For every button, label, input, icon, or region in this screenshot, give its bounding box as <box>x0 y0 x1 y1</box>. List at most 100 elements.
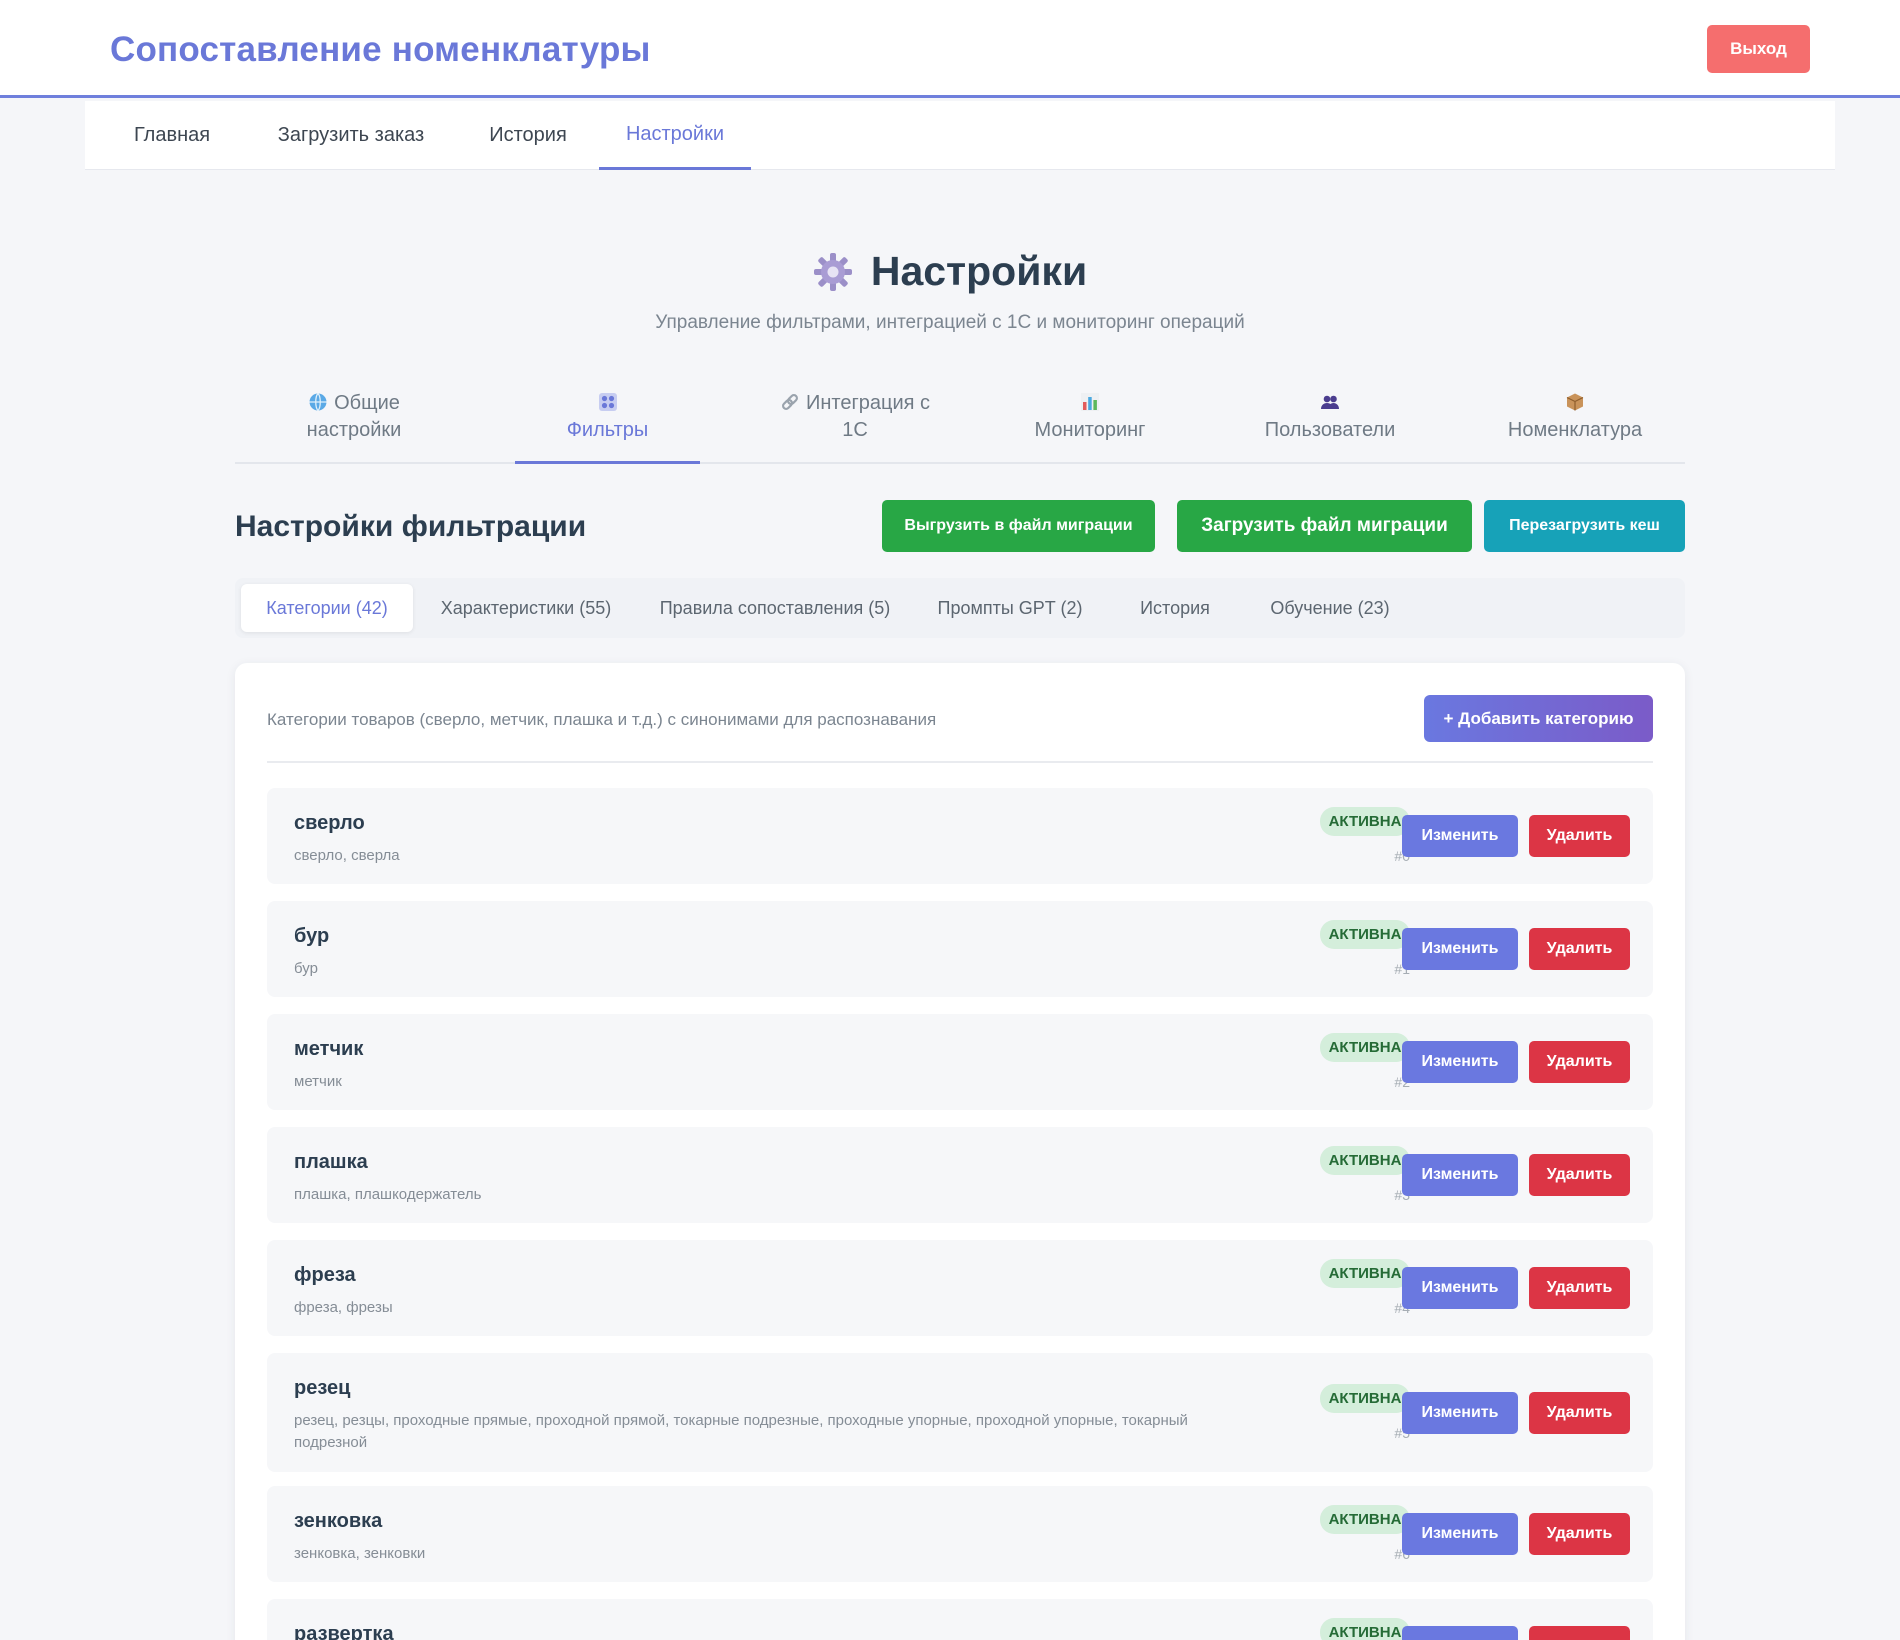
tab-general-settings[interactable]: Общие настройки <box>279 390 429 464</box>
category-row: фреза фреза, фрезы АКТИВНА #4 Изменить У… <box>267 1240 1653 1336</box>
nav-item-home[interactable]: Главная <box>115 101 229 170</box>
category-synonyms: метчик <box>294 1073 342 1090</box>
tab-general-line1: Общие <box>334 392 400 414</box>
delete-button[interactable]: Удалить <box>1529 1626 1630 1640</box>
subtab-matching-rules[interactable]: Правила сопоставления (5) <box>655 584 895 632</box>
category-row: резец резец, резцы, проходные прямые, пр… <box>267 1353 1653 1472</box>
category-row: зенковка зенковка, зенковки АКТИВНА #6 И… <box>267 1486 1653 1582</box>
globe-icon <box>308 392 328 412</box>
category-index: #1 <box>1394 961 1410 977</box>
import-migration-button[interactable]: Загрузить файл миграции <box>1177 500 1472 552</box>
category-index: #4 <box>1394 1300 1410 1316</box>
edit-button[interactable]: Изменить <box>1402 928 1518 970</box>
tab-users[interactable]: Пользователи <box>1245 390 1415 464</box>
category-index: #2 <box>1394 1074 1410 1090</box>
category-row: метчик метчик АКТИВНА #2 Изменить Удалит… <box>267 1014 1653 1110</box>
bar-chart-icon <box>1080 392 1100 412</box>
category-name: сверло <box>294 812 365 834</box>
tab-monitoring-line2: Мониторинг <box>1034 419 1146 441</box>
category-synonyms: резец, резцы, проходные прямые, проходно… <box>294 1412 1188 1451</box>
subtab-characteristics[interactable]: Характеристики (55) <box>430 584 622 632</box>
edit-button[interactable]: Изменить <box>1402 1513 1518 1555</box>
tab-nomenclature[interactable]: Номенклатура <box>1485 390 1665 464</box>
delete-button[interactable]: Удалить <box>1529 1392 1630 1434</box>
status-badge: АКТИВНА <box>1320 1384 1410 1413</box>
category-index: #5 <box>1394 1425 1410 1441</box>
section-tabs: Общие настройки Фильтры Интеграция с 1С … <box>235 390 1685 464</box>
category-name: резец <box>294 1377 351 1399</box>
subtab-training[interactable]: Обучение (23) <box>1260 584 1400 632</box>
app-title: Сопоставление номенклатуры <box>110 30 651 69</box>
delete-button[interactable]: Удалить <box>1529 1041 1630 1083</box>
category-index: #0 <box>1394 848 1410 864</box>
category-synonyms: зенковка, зенковки <box>294 1545 426 1562</box>
edit-button[interactable]: Изменить <box>1402 1392 1518 1434</box>
top-bar: Сопоставление номенклатуры Выход <box>0 0 1900 98</box>
category-row: развертка АКТИВНА Изменить Удалить <box>267 1599 1653 1640</box>
delete-button[interactable]: Удалить <box>1529 1513 1630 1555</box>
edit-button[interactable]: Изменить <box>1402 815 1518 857</box>
category-row: бур бур АКТИВНА #1 Изменить Удалить <box>267 901 1653 997</box>
edit-button[interactable]: Изменить <box>1402 1267 1518 1309</box>
tab-integration-1c[interactable]: Интеграция с 1С <box>755 390 955 464</box>
tab-users-line2: Пользователи <box>1264 419 1396 441</box>
category-index: #6 <box>1394 1546 1410 1562</box>
page-header: Настройки <box>0 248 1900 297</box>
status-badge: АКТИВНА <box>1320 920 1410 949</box>
category-row: плашка плашка, плашкодержатель АКТИВНА #… <box>267 1127 1653 1223</box>
page-title: Настройки <box>870 248 1088 294</box>
filters-title: Настройки фильтрации <box>235 510 587 543</box>
page-subtitle: Управление фильтрами, интеграцией с 1С и… <box>655 312 1245 333</box>
category-synonyms: плашка, плашкодержатель <box>294 1186 482 1203</box>
export-migration-button[interactable]: Выгрузить в файл миграции <box>882 500 1155 552</box>
tab-monitoring[interactable]: Мониторинг <box>1015 390 1165 464</box>
grid-icon <box>598 392 618 412</box>
divider <box>267 761 1653 763</box>
tab-filters[interactable]: Фильтры <box>515 390 700 464</box>
status-badge: АКТИВНА <box>1320 1033 1410 1062</box>
edit-button[interactable]: Изменить <box>1402 1626 1518 1640</box>
category-row: сверло сверло, сверла АКТИВНА #0 Изменит… <box>267 788 1653 884</box>
categories-card: Категории товаров (сверло, метчик, плашк… <box>235 663 1685 1640</box>
tab-integration-line1: Интеграция с <box>805 392 931 414</box>
delete-button[interactable]: Удалить <box>1529 928 1630 970</box>
delete-button[interactable]: Удалить <box>1529 1267 1630 1309</box>
category-synonyms: бур <box>294 960 318 977</box>
reload-cache-button[interactable]: Перезагрузить кеш <box>1484 500 1685 552</box>
edit-button[interactable]: Изменить <box>1402 1154 1518 1196</box>
subtab-gpt-prompts[interactable]: Промпты GPT (2) <box>935 584 1085 632</box>
status-badge: АКТИВНА <box>1320 1146 1410 1175</box>
tab-filters-line2: Фильтры <box>566 419 649 441</box>
status-badge: АКТИВНА <box>1320 1618 1410 1640</box>
status-badge: АКТИВНА <box>1320 807 1410 836</box>
subtab-history[interactable]: История <box>1130 584 1220 632</box>
gear-icon <box>813 252 853 292</box>
tab-general-line2: настройки <box>306 419 402 441</box>
status-badge: АКТИВНА <box>1320 1259 1410 1288</box>
delete-button[interactable]: Удалить <box>1529 815 1630 857</box>
category-name: бур <box>294 925 330 947</box>
status-badge: АКТИВНА <box>1320 1505 1410 1534</box>
category-name: плашка <box>294 1151 368 1173</box>
subtab-categories[interactable]: Категории (42) <box>241 584 413 632</box>
logout-button[interactable]: Выход <box>1707 25 1810 73</box>
package-icon <box>1565 392 1585 412</box>
category-index: #3 <box>1394 1187 1410 1203</box>
category-synonyms: сверло, сверла <box>294 847 400 864</box>
delete-button[interactable]: Удалить <box>1529 1154 1630 1196</box>
category-name: развертка <box>294 1623 394 1640</box>
nav-item-upload-order[interactable]: Загрузить заказ <box>260 101 442 170</box>
nav-item-settings[interactable]: Настройки <box>599 101 751 170</box>
filter-subtabs: Категории (42) Характеристики (55) Прави… <box>235 578 1685 638</box>
tab-nomenclature-line2: Номенклатура <box>1507 419 1643 441</box>
page-title-wrap: Настройки <box>813 248 1087 295</box>
add-category-button[interactable]: + Добавить категорию <box>1424 695 1653 742</box>
link-icon <box>780 392 800 412</box>
main-nav: Главная Загрузить заказ История Настройк… <box>85 101 1835 170</box>
categories-description: Категории товаров (сверло, метчик, плашк… <box>267 710 937 729</box>
edit-button[interactable]: Изменить <box>1402 1041 1518 1083</box>
category-name: зенковка <box>294 1510 383 1532</box>
tab-integration-line2: 1С <box>842 419 868 441</box>
nav-item-history[interactable]: История <box>473 101 583 170</box>
users-icon <box>1320 392 1340 412</box>
